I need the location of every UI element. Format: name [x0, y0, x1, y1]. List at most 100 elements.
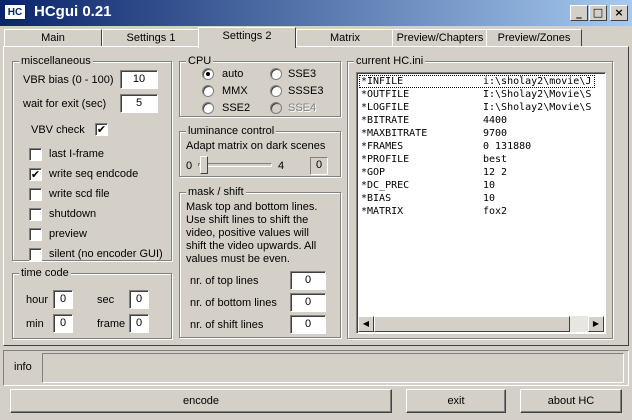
frame-input[interactable]: 0 [129, 314, 149, 333]
hour-label: hour [26, 294, 49, 306]
ini-value: 10 [483, 180, 496, 191]
misc-group: miscellaneous VBR bias (0 - 100) 10 wait… [12, 55, 172, 261]
ini-horizontal-scrollbar[interactable]: ◀ ▶ [358, 316, 604, 332]
cpu-sse3-radio[interactable] [270, 68, 282, 80]
cpu-auto-label: auto [222, 68, 244, 80]
hour-input[interactable]: 0 [53, 290, 73, 309]
last-iframe-label: last I-frame [49, 148, 105, 160]
luminance-group: luminance control Adapt matrix on dark s… [179, 125, 341, 177]
exit-button[interactable]: exit [406, 389, 506, 413]
timecode-group: time code hour 0 sec 0 min 0 frame 0 [12, 267, 172, 339]
info-label: info [14, 361, 32, 373]
cpu-sse2-label: SSE2 [222, 102, 251, 114]
cpu-group-title: CPU [186, 55, 214, 67]
silent-label: silent (no encoder GUI) [49, 248, 163, 260]
luminance-slider-track[interactable] [198, 163, 272, 167]
scroll-thumb[interactable] [374, 316, 570, 332]
ini-value: i:\sholay2\movie\J [483, 76, 592, 87]
ini-value: 12 2 [483, 167, 508, 178]
write-seq-endcode-checkbox[interactable]: ✔ [29, 168, 42, 181]
wait-exit-label: wait for exit (sec) [23, 98, 107, 110]
cpu-sse4-radio [270, 102, 282, 114]
luminance-description: Adapt matrix on dark scenes [186, 140, 326, 152]
close-button[interactable]: × [610, 5, 628, 21]
wait-exit-input[interactable]: 5 [120, 94, 158, 113]
ini-value: I:\Sholay2\Movie\S [483, 102, 592, 113]
scroll-left-icon[interactable]: ◀ [358, 316, 374, 332]
ini-key: *INFILE [361, 76, 404, 87]
cpu-mmx-radio[interactable] [202, 85, 214, 97]
about-button[interactable]: about HC [520, 389, 622, 413]
bottom-lines-label: nr. of bottom lines [190, 297, 277, 309]
scroll-right-icon[interactable]: ▶ [588, 316, 604, 332]
luminance-max-label: 4 [278, 160, 285, 172]
ini-value: 10 [483, 193, 496, 204]
ini-key: *OUTFILE [361, 89, 410, 100]
sec-input[interactable]: 0 [129, 290, 149, 309]
window-title: HCgui 0.21 [34, 3, 112, 20]
mask-shift-group-title: mask / shift [186, 186, 246, 198]
tab-settings-2[interactable]: Settings 2 [198, 27, 296, 48]
settings2-panel: miscellaneous VBR bias (0 - 100) 10 wait… [3, 46, 629, 346]
shutdown-checkbox[interactable] [29, 208, 42, 221]
tab-settings-1[interactable]: Settings 1 [102, 29, 200, 47]
min-input[interactable]: 0 [53, 314, 73, 333]
vbv-checkbox[interactable]: ✔ [95, 123, 108, 136]
last-iframe-checkbox[interactable] [29, 148, 42, 161]
bottom-lines-input[interactable]: 0 [290, 293, 326, 312]
ini-key: *FRAMES [361, 141, 404, 152]
tab-preview-zones[interactable]: Preview/Zones [486, 29, 582, 47]
tab-matrix[interactable]: Matrix [296, 29, 394, 47]
shift-lines-label: nr. of shift lines [190, 319, 264, 331]
preview-checkbox[interactable] [29, 228, 42, 241]
ini-key: *GOP [361, 167, 386, 178]
vbv-check-label: VBV check [31, 124, 85, 136]
luminance-min-label: 0 [186, 160, 193, 172]
vbr-bias-label: VBR bias (0 - 100) [23, 74, 114, 86]
top-lines-input[interactable]: 0 [290, 271, 326, 290]
tab-preview-chapters[interactable]: Preview/Chapters [392, 29, 488, 47]
info-field [42, 353, 624, 383]
ini-key: *BITRATE [361, 115, 410, 126]
mask-shift-group: mask / shift Mask top and bottom lines. … [179, 186, 341, 338]
cpu-sse4-label: SSE4 [288, 102, 317, 114]
mask-shift-description: Mask top and bottom lines. Use shift lin… [186, 201, 318, 265]
ini-group-title: current HC.ini [354, 55, 426, 67]
luminance-slider-thumb[interactable] [200, 156, 208, 174]
ini-value: best [483, 154, 508, 165]
ini-key: *LOGFILE [361, 102, 410, 113]
info-bar: info [3, 350, 629, 386]
title-bar[interactable]: HC HCgui 0.21 _ □ × [0, 0, 632, 26]
ini-viewer[interactable]: *INFILE i:\sholay2\movie\J *OUTFILE I:\S… [356, 72, 606, 334]
ini-key: *DC_PREC [361, 180, 410, 191]
ini-key: *MAXBITRATE [361, 128, 428, 139]
cpu-auto-radio[interactable] [202, 68, 214, 80]
ini-value: fox2 [483, 206, 508, 217]
write-scd-checkbox[interactable] [29, 188, 42, 201]
ini-key: *MATRIX [361, 206, 404, 217]
app-icon: HC [4, 4, 26, 20]
maximize-button[interactable]: □ [589, 5, 607, 21]
minimize-button[interactable]: _ [570, 5, 588, 21]
write-seq-endcode-label: write seq endcode [49, 168, 139, 180]
ini-group: current HC.ini *INFILE i:\sholay2\movie\… [347, 55, 613, 339]
ini-key: *BIAS [361, 193, 392, 204]
cpu-sse2-radio[interactable] [202, 102, 214, 114]
timecode-group-title: time code [19, 267, 71, 279]
cpu-sse3-label: SSE3 [288, 68, 317, 80]
shift-lines-input[interactable]: 0 [290, 315, 326, 334]
tab-main[interactable]: Main [4, 29, 102, 47]
vbr-bias-input[interactable]: 10 [120, 70, 158, 89]
ini-value: 9700 [483, 128, 508, 139]
silent-checkbox[interactable] [29, 248, 42, 261]
luminance-value: 0 [310, 157, 328, 175]
cpu-ssse3-radio[interactable] [270, 85, 282, 97]
frame-label: frame [97, 318, 126, 330]
luminance-group-title: luminance control [186, 125, 277, 137]
misc-group-title: miscellaneous [19, 55, 93, 67]
ini-value: 0 131880 [483, 141, 532, 152]
encode-button[interactable]: encode [10, 389, 392, 413]
top-lines-label: nr. of top lines [190, 275, 259, 287]
write-scd-label: write scd file [49, 188, 110, 200]
sec-label: sec [97, 294, 115, 306]
